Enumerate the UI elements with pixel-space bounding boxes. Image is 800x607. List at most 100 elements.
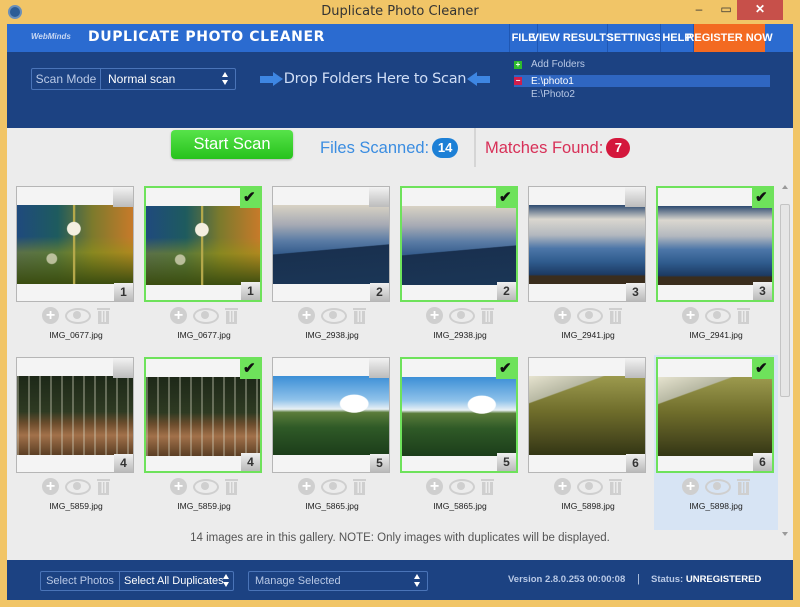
photo-card[interactable]: ✔ 6 + IMG_5898.jpg [654,355,780,530]
folder-item[interactable]: E:\Photo2 [514,87,777,100]
maximize-button[interactable]: ▭ [713,0,739,20]
photo-image[interactable] [146,206,260,285]
photo-thumbnail[interactable]: 1 [16,186,134,302]
photo-thumbnail[interactable]: ✔ 6 [656,357,774,473]
trash-icon[interactable] [609,478,622,495]
trash-icon[interactable] [97,478,110,495]
photo-image[interactable] [17,205,133,284]
add-circle-icon[interactable]: + [426,306,443,324]
select-checkbox[interactable]: ✔ [752,188,772,208]
photo-card[interactable]: 6 + IMG_5898.jpg [526,355,652,530]
eye-icon[interactable] [577,478,603,495]
scroll-thumb[interactable] [780,204,790,397]
add-folders-button[interactable]: + Add Folders [514,58,777,71]
photo-image[interactable] [17,376,133,455]
trash-icon[interactable] [225,307,238,324]
select-checkbox[interactable]: ✔ [496,359,516,379]
photo-image[interactable] [658,206,772,285]
photo-image[interactable] [273,376,389,455]
photo-image[interactable] [658,377,772,456]
trash-icon[interactable] [97,307,110,324]
photo-card[interactable]: ✔ 4 + IMG_5859.jpg [142,355,268,530]
select-checkbox[interactable] [113,358,133,378]
add-circle-icon[interactable]: + [554,306,571,324]
menu-settings[interactable]: SETTINGS [607,24,662,52]
eye-icon[interactable] [193,307,219,324]
register-now-button[interactable]: REGISTER NOW [686,24,773,52]
add-circle-icon[interactable]: + [42,477,59,495]
photo-thumbnail[interactable]: ✔ 2 [400,186,518,302]
select-checkbox[interactable]: ✔ [752,359,772,379]
photo-thumbnail[interactable]: ✔ 4 [144,357,262,473]
trash-icon[interactable] [737,307,750,324]
photo-card[interactable]: 3 + IMG_2941.jpg [526,184,652,359]
photo-thumbnail[interactable]: ✔ 3 [656,186,774,302]
eye-icon[interactable] [193,478,219,495]
select-checkbox[interactable] [625,187,645,207]
add-circle-icon[interactable]: + [682,477,699,495]
eye-icon[interactable] [577,307,603,324]
select-checkbox[interactable] [113,187,133,207]
photo-card[interactable]: ✔ 5 + IMG_5865.jpg [398,355,524,530]
trash-icon[interactable] [353,307,366,324]
select-checkbox[interactable]: ✔ [240,359,260,379]
add-circle-icon[interactable]: + [682,306,699,324]
scan-mode-value[interactable]: Normal scan [101,69,235,89]
add-circle-icon[interactable]: + [170,477,187,495]
select-checkbox[interactable] [369,187,389,207]
start-scan-button[interactable]: Start Scan [171,130,293,159]
remove-folder-icon[interactable]: − [514,77,522,85]
photo-image[interactable] [273,205,389,284]
menu-view-results[interactable]: VIEW RESULTS [532,24,613,52]
photo-image[interactable] [146,377,260,456]
eye-icon[interactable] [705,478,731,495]
add-circle-icon[interactable]: + [298,477,315,495]
eye-icon[interactable] [449,307,475,324]
trash-icon[interactable] [353,478,366,495]
photo-thumbnail[interactable]: ✔ 5 [400,357,518,473]
eye-icon[interactable] [449,478,475,495]
photo-card[interactable]: 5 + IMG_5865.jpg [270,355,396,530]
eye-icon[interactable] [321,307,347,324]
photo-card[interactable]: ✔ 2 + IMG_2938.jpg [398,184,524,359]
trash-icon[interactable] [481,307,494,324]
photo-thumbnail[interactable]: ✔ 1 [144,186,262,302]
photo-thumbnail[interactable]: 2 [272,186,390,302]
trash-icon[interactable] [737,478,750,495]
photo-image[interactable] [402,206,516,285]
minimize-button[interactable]: – [686,0,712,20]
eye-icon[interactable] [65,307,91,324]
photo-image[interactable] [529,376,645,455]
close-button[interactable]: ✕ [737,0,783,20]
gallery-scrollbar[interactable] [778,181,793,540]
photo-card[interactable]: ✔ 1 + IMG_0677.jpg [142,184,268,359]
add-circle-icon[interactable]: + [554,477,571,495]
photo-thumbnail[interactable]: 5 [272,357,390,473]
photo-thumbnail[interactable]: 4 [16,357,134,473]
photo-image[interactable] [529,205,645,284]
scan-mode-select[interactable]: Scan Mode Normal scan [31,68,236,90]
photo-image[interactable] [402,377,516,456]
add-circle-icon[interactable]: + [426,477,443,495]
manage-selected-select[interactable]: Manage Selected [248,571,428,591]
trash-icon[interactable] [609,307,622,324]
trash-icon[interactable] [225,478,238,495]
select-checkbox[interactable]: ✔ [496,188,516,208]
eye-icon[interactable] [321,478,347,495]
folder-item[interactable]: − E:\photo1 [514,75,770,87]
select-photos-value[interactable]: Select All Duplicates [120,572,233,590]
photo-card[interactable]: 2 + IMG_2938.jpg [270,184,396,359]
add-circle-icon[interactable]: + [170,306,187,324]
select-photos-select[interactable]: Select Photos Select All Duplicates [40,571,234,591]
drop-zone[interactable]: Drop Folders Here to Scan [260,68,490,90]
trash-icon[interactable] [481,478,494,495]
photo-card[interactable]: 1 + IMG_0677.jpg [14,184,140,359]
photo-thumbnail[interactable]: 3 [528,186,646,302]
select-checkbox[interactable] [625,358,645,378]
photo-card[interactable]: ✔ 3 + IMG_2941.jpg [654,184,780,359]
photo-card[interactable]: 4 + IMG_5859.jpg [14,355,140,530]
eye-icon[interactable] [65,478,91,495]
add-circle-icon[interactable]: + [298,306,315,324]
add-circle-icon[interactable]: + [42,306,59,324]
select-checkbox[interactable] [369,358,389,378]
